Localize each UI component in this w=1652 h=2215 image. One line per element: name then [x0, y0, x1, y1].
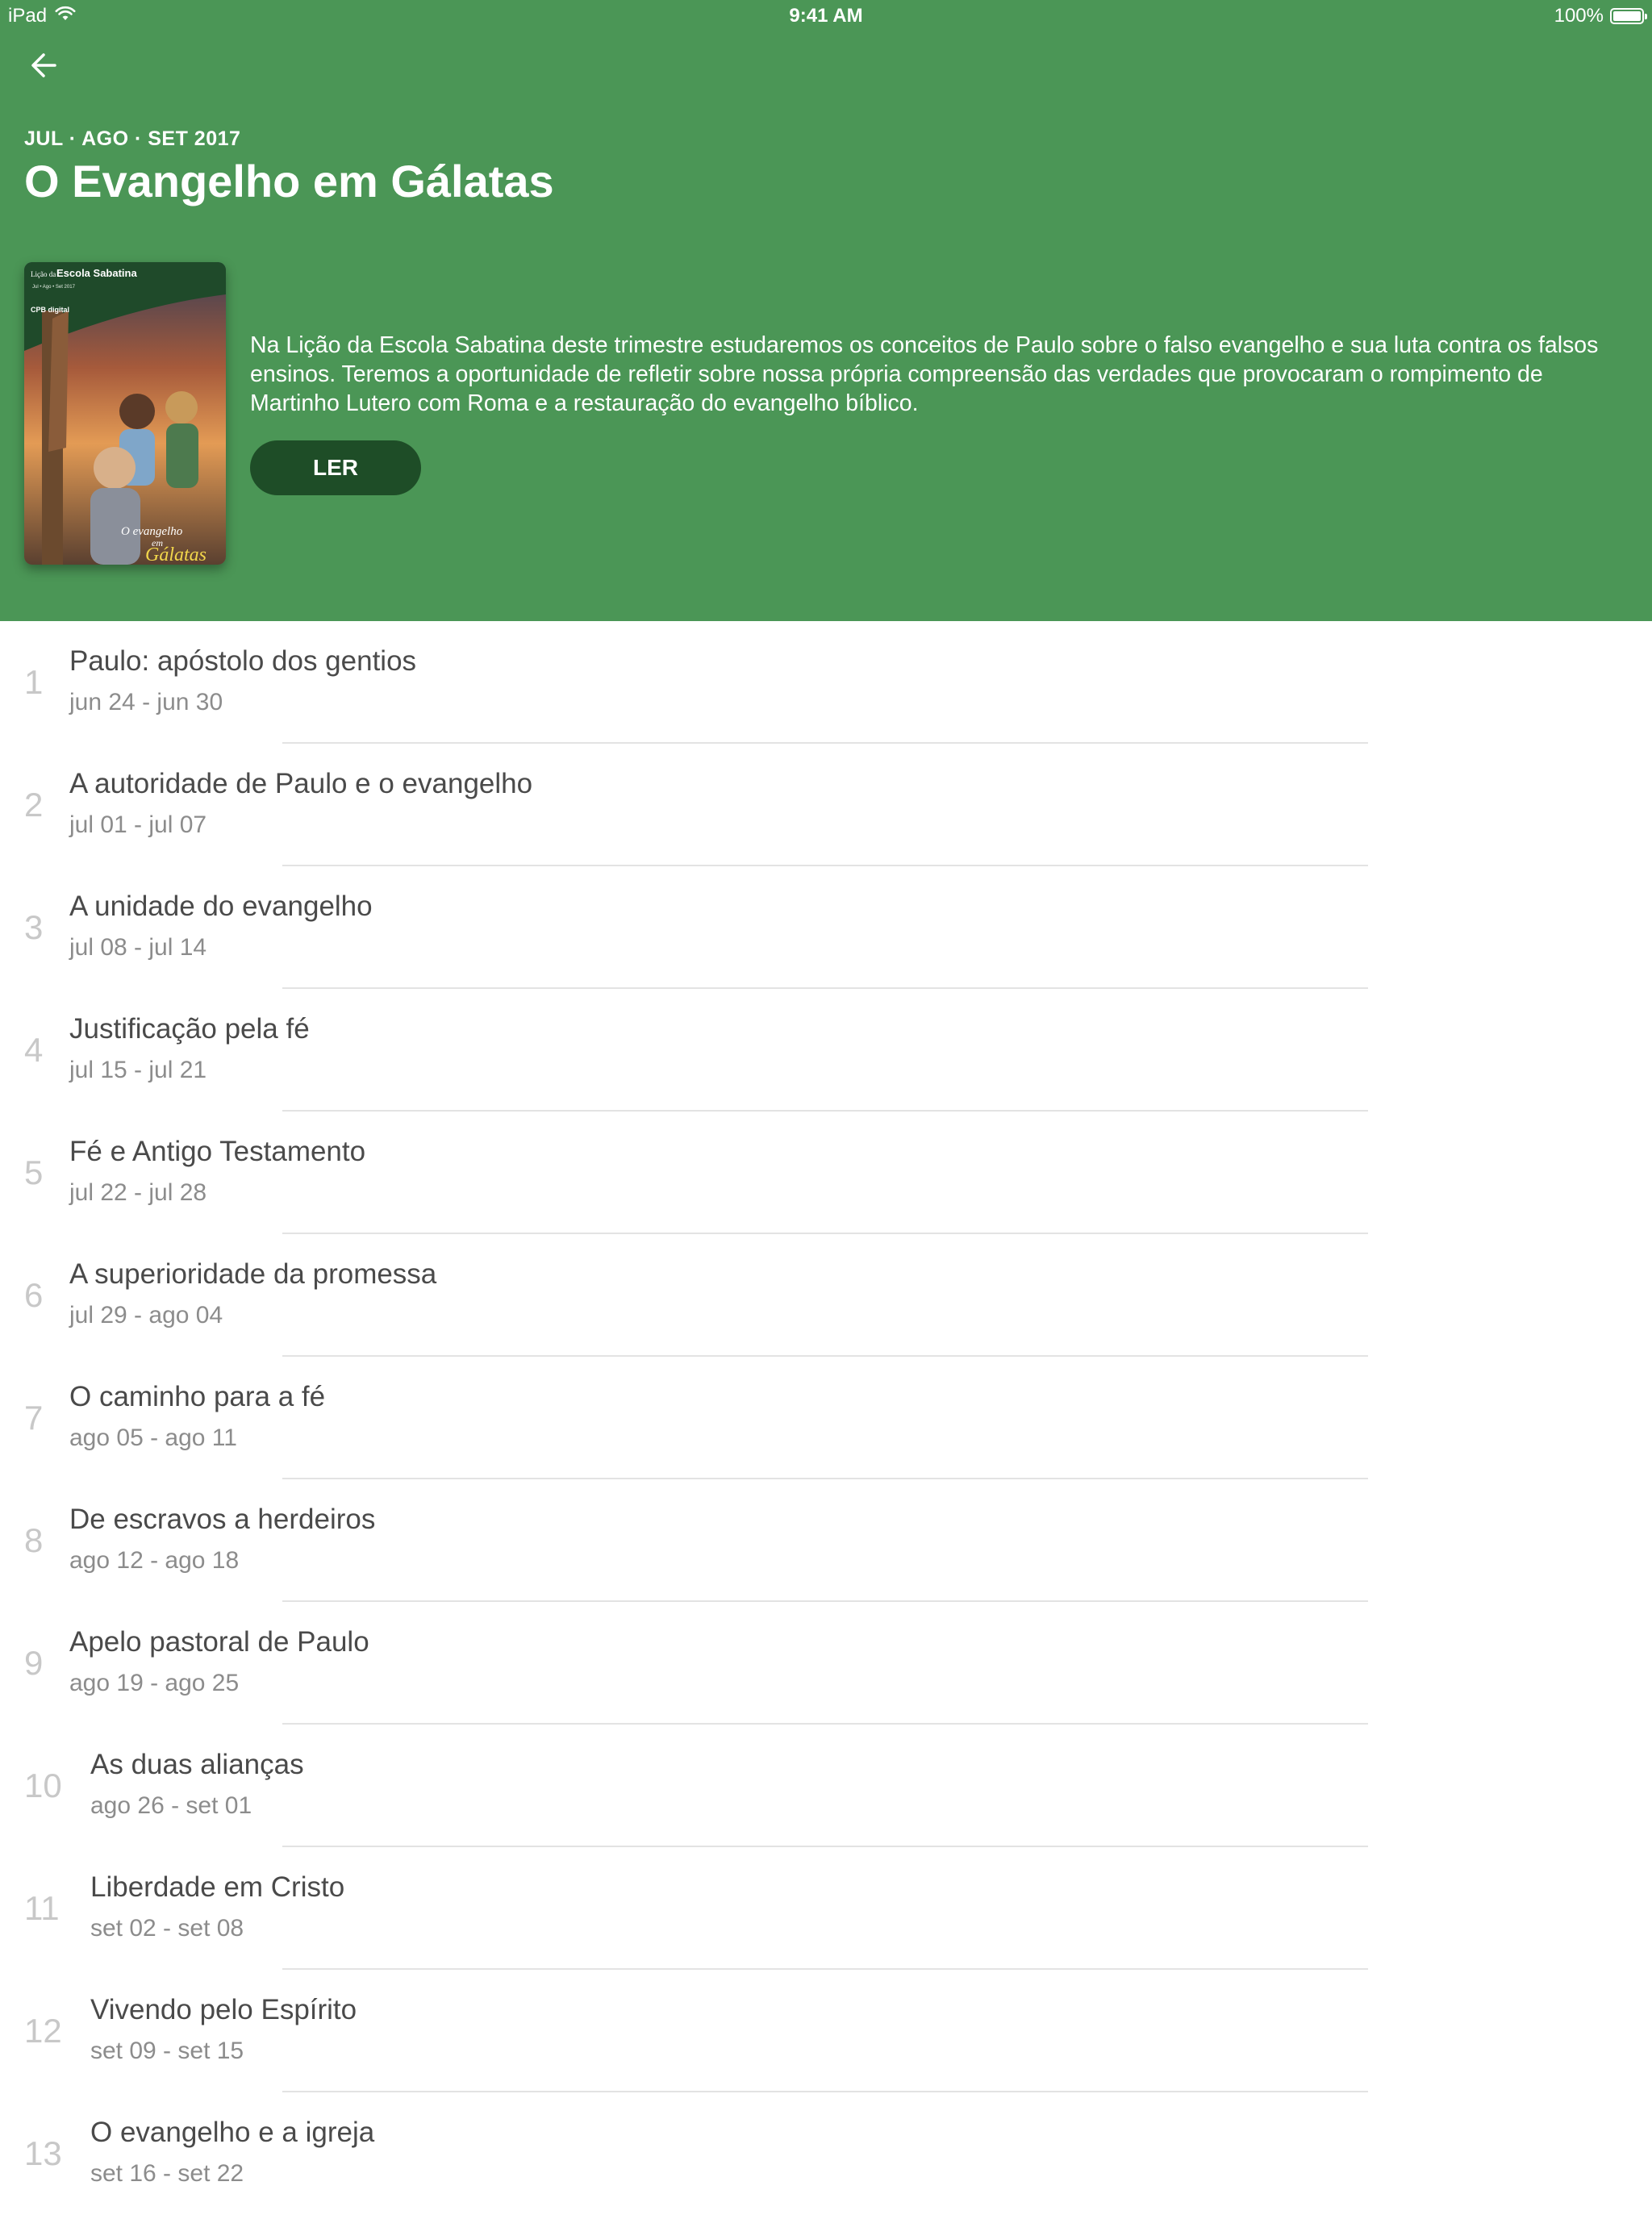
- cover-title-line3: Gálatas: [145, 544, 206, 565]
- status-bar: iPad 9:41 AM 100%: [0, 0, 1652, 32]
- read-button[interactable]: LER: [250, 440, 421, 495]
- lesson-item[interactable]: 1 Paulo: apóstolo dos gentios jun 24 - j…: [0, 621, 1652, 744]
- lesson-date: ago 05 - ago 11: [69, 1425, 237, 1451]
- battery-icon: [1610, 8, 1647, 24]
- lesson-number: 9: [24, 1644, 44, 1682]
- lesson-title: A autoridade de Paulo e o evangelho: [69, 768, 533, 799]
- lesson-title: O caminho para a fé: [69, 1381, 326, 1412]
- lesson-date: set 16 - set 22: [90, 2160, 244, 2187]
- lesson-list: 1 Paulo: apóstolo dos gentios jun 24 - j…: [0, 621, 1652, 2215]
- lesson-title: Vivendo pelo Espírito: [90, 1994, 357, 2025]
- battery-percent: 100%: [1554, 5, 1604, 27]
- lesson-date: jul 29 - ago 04: [69, 1302, 223, 1329]
- cover-top-small: Lição da: [31, 270, 56, 278]
- lesson-date: jul 01 - jul 07: [69, 811, 207, 838]
- lesson-number: 8: [24, 1521, 44, 1559]
- lesson-header: iPad 9:41 AM 100% JUL · AGO · SET 2017 O…: [0, 0, 1652, 621]
- lesson-number: 5: [24, 1153, 44, 1191]
- quarter-description: Na Lição da Escola Sabatina deste trimes…: [250, 332, 1599, 416]
- lesson-title: As duas alianças: [90, 1749, 304, 1780]
- lesson-date: jul 22 - jul 28: [69, 1179, 207, 1206]
- lesson-item[interactable]: 6 A superioridade da promessa jul 29 - a…: [0, 1234, 1652, 1357]
- battery-fill: [1613, 11, 1641, 21]
- cover-top-title: Escola Sabatina: [56, 267, 137, 279]
- lesson-date: ago 19 - ago 25: [69, 1670, 240, 1696]
- lesson-item[interactable]: 4 Justificação pela fé jul 15 - jul 21: [0, 989, 1652, 1112]
- lesson-item[interactable]: 11 Liberdade em Cristo set 02 - set 08: [0, 1847, 1652, 1970]
- lesson-title: Paulo: apóstolo dos gentios: [69, 645, 417, 677]
- lesson-number: 10: [24, 1767, 62, 1804]
- cover-image[interactable]: Lição da Escola Sabatina Jul • Ago • Set…: [24, 262, 226, 565]
- cover-publisher: CPB digital: [31, 306, 69, 314]
- lesson-number: 1: [24, 663, 44, 701]
- lesson-item[interactable]: 9 Apelo pastoral de Paulo ago 19 - ago 2…: [0, 1602, 1652, 1725]
- lesson-number: 11: [24, 1889, 60, 1927]
- lesson-item[interactable]: 2 A autoridade de Paulo e o evangelho ju…: [0, 744, 1652, 866]
- status-time: 9:41 AM: [789, 5, 863, 27]
- lesson-title: Justificação pela fé: [69, 1013, 310, 1045]
- lesson-number: 13: [24, 2134, 62, 2172]
- lesson-title: Liberdade em Cristo: [90, 1871, 345, 1903]
- lesson-title: A unidade do evangelho: [69, 891, 373, 922]
- lesson-title: Fé e Antigo Testamento: [69, 1136, 366, 1167]
- lesson-number: 3: [24, 908, 44, 946]
- lesson-date: ago 26 - set 01: [90, 1792, 252, 1819]
- lesson-item[interactable]: 5 Fé e Antigo Testamento jul 22 - jul 28: [0, 1112, 1652, 1234]
- lesson-number: 7: [24, 1399, 44, 1437]
- lesson-number: 2: [24, 786, 44, 824]
- lesson-date: jul 15 - jul 21: [69, 1057, 207, 1083]
- arrow-left-icon[interactable]: [24, 45, 65, 86]
- lesson-date: jun 24 - jun 30: [69, 689, 223, 715]
- lesson-date: set 09 - set 15: [90, 2038, 244, 2064]
- lesson-title: A superioridade da promessa: [69, 1258, 437, 1290]
- cover-title-line1: O evangelho: [121, 525, 183, 538]
- lesson-item[interactable]: 10 As duas alianças ago 26 - set 01: [0, 1725, 1652, 1847]
- page-title: O Evangelho em Gálatas: [24, 156, 554, 206]
- cover-dates: Jul • Ago • Set 2017: [32, 285, 76, 290]
- lesson-item[interactable]: 12 Vivendo pelo Espírito set 09 - set 15: [0, 1970, 1652, 2092]
- lesson-item[interactable]: 8 De escravos a herdeiros ago 12 - ago 1…: [0, 1479, 1652, 1602]
- lesson-title: De escravos a herdeiros: [69, 1504, 376, 1535]
- lesson-title: O evangelho e a igreja: [90, 2117, 375, 2148]
- lesson-title: Apelo pastoral de Paulo: [69, 1626, 369, 1658]
- lesson-item[interactable]: 13 O evangelho e a igreja set 16 - set 2…: [0, 2092, 1652, 2215]
- lesson-number: 4: [24, 1031, 44, 1069]
- lesson-item[interactable]: 3 A unidade do evangelho jul 08 - jul 14: [0, 866, 1652, 989]
- lesson-number: 12: [24, 2012, 62, 2050]
- lesson-item[interactable]: 7 O caminho para a fé ago 05 - ago 11: [0, 1357, 1652, 1479]
- status-right: 100%: [1554, 5, 1647, 27]
- lesson-date: ago 12 - ago 18: [69, 1547, 240, 1574]
- lesson-date: jul 08 - jul 14: [69, 934, 207, 961]
- quarter-range: JUL · AGO · SET 2017: [24, 127, 241, 150]
- lesson-date: set 02 - set 08: [90, 1915, 244, 1942]
- lesson-number: 6: [24, 1276, 44, 1314]
